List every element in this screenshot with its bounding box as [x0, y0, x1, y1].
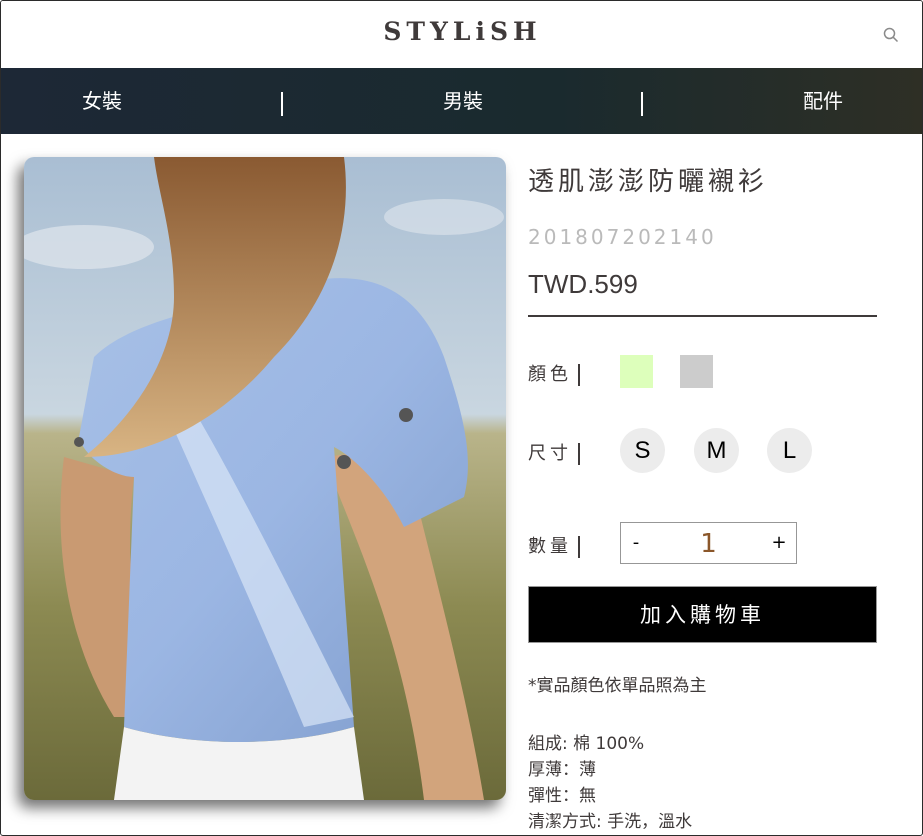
- page-frame: STYLiSH 女裝 男裝 配件 透肌澎澎防曬襯衫 201807202140 T…: [0, 0, 923, 836]
- nav-item-accessories[interactable]: 配件: [763, 68, 883, 134]
- product-photo: [24, 157, 506, 800]
- quantity-increase-button[interactable]: +: [764, 523, 794, 563]
- color-note: *實品顏色依單品照為主: [528, 676, 707, 696]
- size-option-l[interactable]: L: [767, 428, 812, 473]
- nav-divider: [641, 92, 643, 116]
- spec-thickness: 厚薄：薄: [528, 760, 596, 780]
- spec-composition: 組成: 棉 100%: [528, 734, 645, 754]
- quantity-label: 數量: [528, 532, 580, 558]
- add-to-cart-button[interactable]: 加入購物車: [528, 586, 877, 643]
- product-id: 201807202140: [528, 225, 717, 249]
- quantity-decrease-button[interactable]: -: [621, 523, 651, 563]
- size-label: 尺寸: [528, 439, 580, 465]
- divider: [528, 315, 877, 317]
- nav-item-men[interactable]: 男裝: [403, 68, 523, 134]
- quantity-value[interactable]: 1: [661, 523, 756, 563]
- color-label: 顏色: [528, 360, 580, 386]
- category-nav: 女裝 男裝 配件: [1, 68, 922, 134]
- size-option-s[interactable]: S: [620, 428, 665, 473]
- color-swatch-green[interactable]: [620, 355, 653, 388]
- product-title: 透肌澎澎防曬襯衫: [528, 167, 769, 197]
- color-swatch-gray[interactable]: [680, 355, 713, 388]
- spec-washing: 清潔方式: 手洗，溫水: [528, 812, 693, 832]
- product-price: TWD.599: [528, 269, 638, 299]
- search-icon[interactable]: [882, 26, 900, 44]
- brand-logo[interactable]: STYLiSH: [1, 17, 922, 46]
- nav-item-women[interactable]: 女裝: [42, 68, 162, 134]
- spec-elasticity: 彈性：無: [528, 786, 596, 806]
- site-header: STYLiSH: [1, 1, 922, 68]
- nav-divider: [281, 92, 283, 116]
- quantity-stepper: - 1 +: [620, 522, 797, 564]
- size-option-m[interactable]: M: [694, 428, 739, 473]
